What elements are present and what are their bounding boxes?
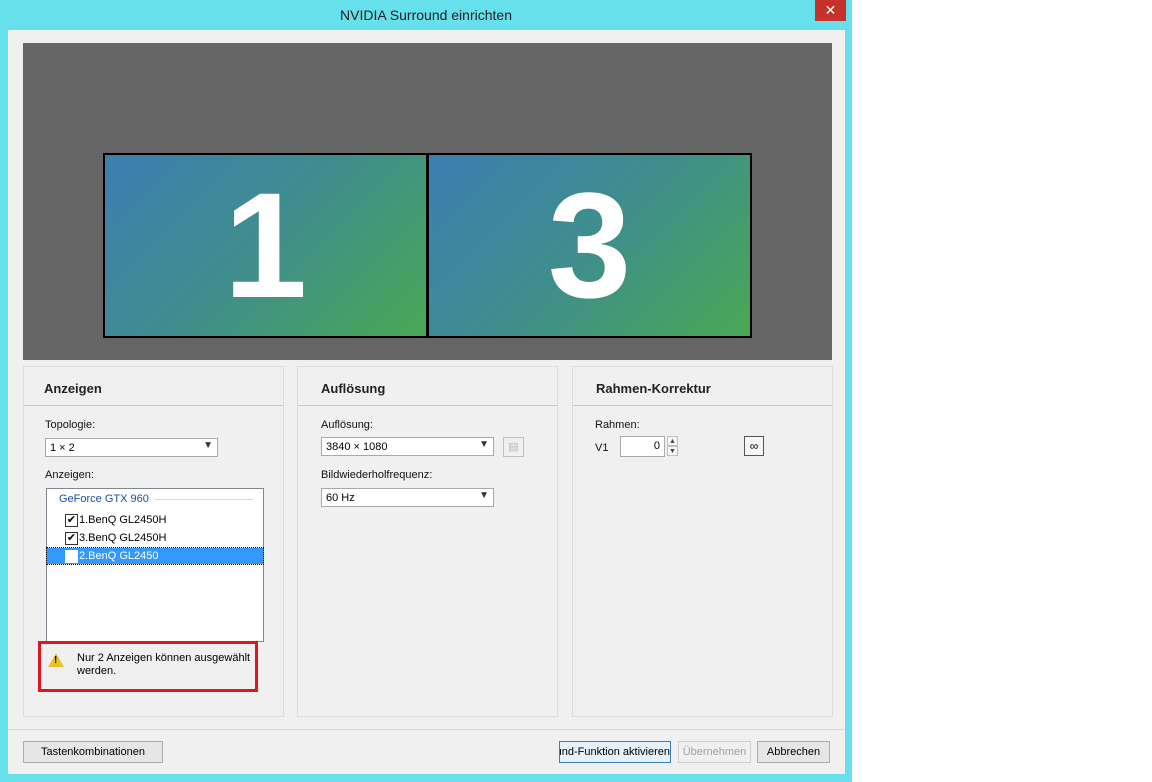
list-item[interactable]: ✔ 3.BenQ GL2450H [47,530,263,546]
bezel-icon[interactable]: ▤ [503,437,524,457]
list-item-selected[interactable]: 2.BenQ GL2450 [46,547,264,565]
gpu-group-header: GeForce GTX 960 [59,493,149,505]
monitor-preview-1[interactable]: 1 [103,153,428,338]
topology-value: 1 × 2 [50,442,75,454]
title-bar[interactable]: NVIDIA Surround einrichten ✕ [0,0,852,30]
divider [298,405,557,406]
divider [8,729,845,730]
link-icon[interactable]: ∞ [744,436,764,456]
stepper-up-button[interactable]: ▲ [667,436,678,446]
panel-rahmen-korrektur: Rahmen-Korrektur Rahmen: V1 0 ▲ ▼ ∞ [572,366,833,717]
v1-label: V1 [595,442,609,454]
display-label: 3.BenQ GL2450H [79,532,167,544]
surround-preview: 1 3 [23,43,832,360]
rahmen-label: Rahmen: [595,419,640,431]
display-label: 2.BenQ GL2450 [79,550,159,562]
resolution-value: 3840 × 1080 [326,441,388,453]
apply-button[interactable]: Übernehmen [678,741,751,763]
close-button[interactable]: ✕ [815,0,846,21]
panel-title: Anzeigen [44,381,102,396]
panel-title: Auflösung [321,381,386,396]
monitor-number: 3 [547,161,632,329]
chevron-down-icon: ▼ [479,439,489,450]
chevron-down-icon: ▼ [203,440,213,451]
monitor-number: 1 [223,161,308,329]
checkbox[interactable]: ✔ [65,514,78,527]
v1-stepper: ▲ ▼ [667,436,678,457]
resolution-select[interactable]: 3840 × 1080 ▼ [321,437,494,456]
window-title: NVIDIA Surround einrichten [340,7,512,23]
stepper-down-button[interactable]: ▼ [667,446,678,456]
activate-surround-button[interactable]: round-Funktion aktivieren [559,741,671,763]
resolution-label: Auflösung: [321,419,373,431]
warning-message: ! Nur 2 Anzeigen können ausgewählt werde… [38,641,258,692]
v1-value: 0 [653,440,660,452]
shortcuts-button[interactable]: Tastenkombinationen [23,741,163,763]
cancel-button[interactable]: Abbrechen [757,741,830,763]
refresh-rate-select[interactable]: 60 Hz ▼ [321,488,494,507]
v1-bezel-input[interactable]: 0 [620,436,665,457]
topology-label: Topologie: [45,419,96,431]
warning-text: Nur 2 Anzeigen können ausgewählt werden. [77,652,251,677]
displays-list[interactable]: GeForce GTX 960 ✔ 1.BenQ GL2450H ✔ 3.Ben… [46,488,264,642]
checkbox[interactable]: ✔ [65,532,78,545]
panel-title: Rahmen-Korrektur [596,381,711,396]
refresh-label: Bildwiederholfrequenz: [321,469,433,481]
divider [155,499,253,500]
panel-aufloesung: Auflösung Auflösung: 3840 × 1080 ▼ ▤ Bil… [297,366,558,717]
topology-select[interactable]: 1 × 2 ▼ [45,438,218,457]
chevron-down-icon: ▼ [479,490,489,501]
list-item[interactable]: ✔ 1.BenQ GL2450H [47,512,263,528]
divider [24,405,283,406]
warning-icon: ! [48,653,64,667]
divider [573,405,832,406]
checkbox[interactable] [65,550,78,563]
panel-anzeigen: Anzeigen Topologie: 1 × 2 ▼ Anzeigen: Ge… [23,366,284,717]
refresh-value: 60 Hz [326,492,355,504]
displays-label: Anzeigen: [45,469,94,481]
display-label: 1.BenQ GL2450H [79,514,167,526]
monitor-preview-3[interactable]: 3 [427,153,752,338]
